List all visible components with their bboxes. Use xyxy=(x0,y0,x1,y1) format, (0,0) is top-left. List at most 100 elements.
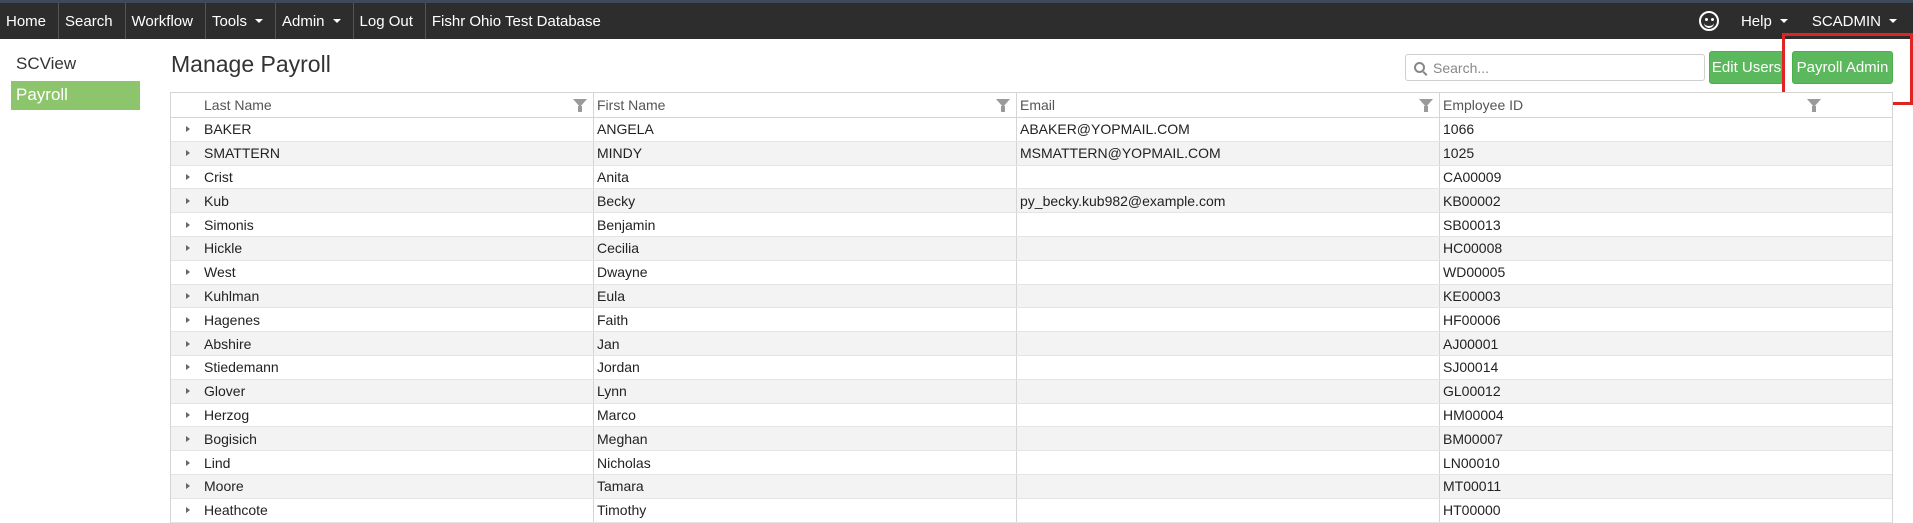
table-row[interactable]: West Dwayne WD00005 xyxy=(171,260,1892,285)
cell-email xyxy=(1017,260,1440,284)
table-row[interactable]: Moore Tamara MT00011 xyxy=(171,474,1892,499)
nav-admin[interactable]: Admin xyxy=(276,3,354,39)
table-row[interactable]: Crist Anita CA00009 xyxy=(171,165,1892,190)
cell-last-name: Bogisich xyxy=(204,427,594,451)
column-header-email[interactable]: Email xyxy=(1017,93,1440,117)
cell-employee-id: SB00013 xyxy=(1443,216,1501,233)
row-expander[interactable] xyxy=(171,189,204,212)
table-row[interactable]: Lind Nicholas LN00010 xyxy=(171,451,1892,475)
row-expander[interactable] xyxy=(171,356,204,379)
page-title: Manage Payroll xyxy=(171,51,331,77)
chevron-right-icon xyxy=(185,245,190,252)
cell-employee-id: BM00007 xyxy=(1443,430,1503,447)
chevron-right-icon xyxy=(185,435,190,442)
sidebar-item-payroll[interactable]: Payroll xyxy=(11,81,140,110)
table-row[interactable]: Simonis Benjamin SB00013 xyxy=(171,213,1892,237)
nav-logout[interactable]: Log Out xyxy=(354,3,426,39)
cell-email xyxy=(1017,498,1440,522)
chevron-down-icon xyxy=(1889,19,1897,23)
nav-tools[interactable]: Tools xyxy=(206,3,276,39)
cell-employee-id: CA00009 xyxy=(1443,168,1502,185)
cell-email xyxy=(1017,284,1440,308)
cell-last-name: Herzog xyxy=(204,403,594,427)
column-label: Employee ID xyxy=(1443,97,1524,113)
filter-icon[interactable] xyxy=(996,99,1010,112)
cell-first-name: Lynn xyxy=(594,379,1017,403)
filter-icon[interactable] xyxy=(1807,99,1821,112)
cell-email xyxy=(1017,332,1440,355)
table-row[interactable]: Kub Becky py_becky.kub982@example.com KB000… xyxy=(171,189,1892,214)
edit-users-button[interactable]: Edit Users xyxy=(1709,51,1784,84)
cell-email xyxy=(1017,213,1440,236)
cell-first-name: Eula xyxy=(594,284,1017,308)
table-row[interactable]: Herzog Marco HM00004 xyxy=(171,403,1892,428)
chevron-right-icon xyxy=(185,507,190,514)
cell-first-name: Becky xyxy=(594,189,1017,213)
chevron-right-icon xyxy=(185,292,190,299)
chevron-right-icon xyxy=(185,411,190,418)
row-expander[interactable] xyxy=(171,142,204,165)
cell-first-name: Meghan xyxy=(594,427,1017,451)
cell-first-name: Marco xyxy=(594,403,1017,427)
table-row[interactable]: Hickle Cecilia HC00008 xyxy=(171,236,1892,261)
search-field[interactable] xyxy=(1405,54,1705,81)
cell-first-name: Jordan xyxy=(594,355,1017,379)
cell-employee-id: AJ00001 xyxy=(1443,335,1499,352)
cell-employee-id: SJ00014 xyxy=(1443,359,1499,376)
cell-first-name: Timothy xyxy=(594,498,1017,522)
chevron-right-icon xyxy=(185,197,190,204)
row-expander[interactable] xyxy=(171,285,204,308)
cell-last-name: Hickle xyxy=(204,236,594,260)
table-row[interactable]: Bogisich Meghan BM00007 xyxy=(171,427,1892,452)
row-expander[interactable] xyxy=(171,261,204,284)
cell-employee-id: WD00005 xyxy=(1443,264,1506,281)
cell-email: ABAKER@YOPMAIL.COM xyxy=(1017,118,1440,141)
table-row[interactable]: Abshire Jan AJ00001 xyxy=(171,332,1892,356)
filter-icon[interactable] xyxy=(1419,99,1433,112)
chevron-right-icon xyxy=(185,126,190,133)
table-row[interactable]: Glover Lynn GL00012 xyxy=(171,379,1892,404)
cell-last-name: Heathcote xyxy=(204,498,594,522)
row-expander[interactable] xyxy=(171,451,204,474)
cell-last-name: West xyxy=(204,260,594,284)
filter-icon[interactable] xyxy=(573,99,587,112)
chevron-down-icon xyxy=(332,19,341,23)
row-expander[interactable] xyxy=(171,404,204,427)
row-expander[interactable] xyxy=(171,118,204,141)
row-expander[interactable] xyxy=(171,213,204,236)
row-expander[interactable] xyxy=(171,308,204,331)
table-row[interactable]: SMATTERN MINDY MSMATTERN@YOPMAIL.COM 1025 xyxy=(171,141,1892,166)
column-header-employee-id[interactable]: Employee ID xyxy=(1440,93,1827,117)
feedback-smiley-icon[interactable] xyxy=(1698,11,1719,31)
nav-search[interactable]: Search xyxy=(59,3,126,39)
row-expander[interactable] xyxy=(171,427,204,450)
cell-employee-id: KE00003 xyxy=(1443,287,1501,304)
column-header-last-name[interactable]: Last Name xyxy=(171,93,594,117)
sidebar-item-scview[interactable]: SCView xyxy=(11,50,140,79)
row-expander[interactable] xyxy=(171,332,204,355)
table-row[interactable]: Heathcote Timothy HT00000 xyxy=(171,498,1892,523)
row-expander[interactable] xyxy=(171,475,204,498)
nav-home[interactable]: Home xyxy=(0,3,60,39)
cell-first-name: Tamara xyxy=(594,474,1017,498)
table-row[interactable]: Stiedemann Jordan SJ00014 xyxy=(171,355,1892,380)
cell-first-name: Faith xyxy=(594,308,1017,332)
table-header: Last Name First Name Email Employee ID xyxy=(171,93,1892,118)
table-row[interactable]: Kuhlman Eula KE00003 xyxy=(171,284,1892,309)
table-row[interactable]: Hagenes Faith HF00006 xyxy=(171,308,1892,333)
row-expander[interactable] xyxy=(171,380,204,403)
top-navbar: Home Search Workflow Tools Admin Log Out… xyxy=(0,0,1913,39)
row-expander[interactable] xyxy=(171,499,204,522)
cell-last-name: SMATTERN xyxy=(204,141,594,165)
row-expander[interactable] xyxy=(171,166,204,189)
cell-first-name: Cecilia xyxy=(594,236,1017,260)
search-input[interactable] xyxy=(1433,59,1683,76)
column-header-first-name[interactable]: First Name xyxy=(594,93,1017,117)
nav-workflow[interactable]: Workflow xyxy=(126,3,206,39)
cell-last-name: BAKER xyxy=(204,118,594,141)
table-row[interactable]: BAKER ANGELA ABAKER@YOPMAIL.COM 1066 xyxy=(171,118,1892,142)
row-expander[interactable] xyxy=(171,237,204,260)
chevron-right-icon xyxy=(185,221,190,228)
column-label: Email xyxy=(1020,97,1056,113)
chevron-down-icon xyxy=(1779,19,1788,23)
